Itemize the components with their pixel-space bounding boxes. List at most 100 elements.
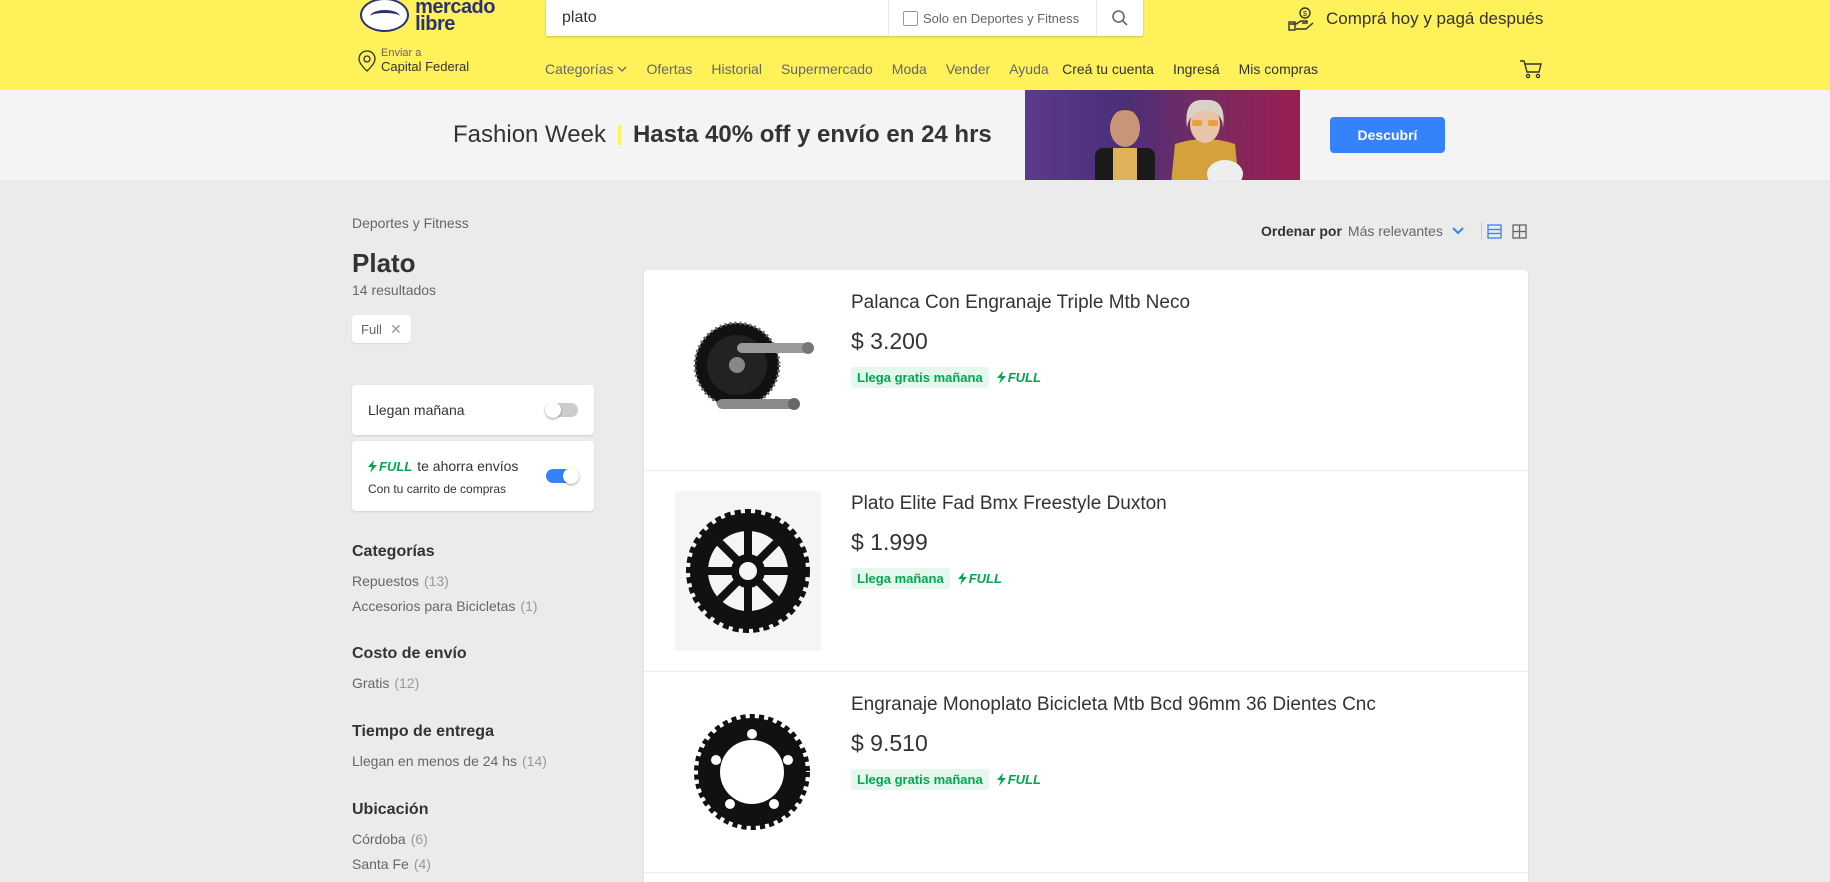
filter-item-label: Santa Fe: [352, 856, 409, 872]
list-view-icon[interactable]: [1487, 224, 1502, 239]
toggle-knob: [563, 468, 579, 484]
banner-text-bold: Hasta 40% off y envío en 24 hrs: [632, 121, 992, 148]
product-image-chainring[interactable]: [672, 692, 832, 852]
product-title[interactable]: Plato Elite Fad Bmx Freestyle Duxton: [851, 493, 1167, 515]
filter-item-label: Accesorios para Bicicletas: [352, 598, 516, 614]
filter-full[interactable]: FULL te ahorra envíos Con tu carrito de …: [352, 441, 594, 511]
filter-item-accesorios[interactable]: Accesorios para Bicicletas (1): [352, 598, 538, 614]
sort-label: Ordenar por: [1261, 223, 1342, 239]
promo-banner[interactable]: Fashion Week Hasta 40% off y envío en 24…: [0, 90, 1830, 180]
cart-button[interactable]: [1519, 59, 1543, 84]
filter-item-label: Córdoba: [352, 831, 406, 847]
mercadolibre-logo[interactable]: mercado libre: [360, 0, 495, 38]
list-item[interactable]: Plato Elite Fad Bmx Freestyle Duxton $ 1…: [644, 471, 1528, 672]
section-title-tiempo-entrega: Tiempo de entrega: [352, 723, 494, 740]
filter-item-gratis[interactable]: Gratis (12): [352, 675, 419, 691]
view-toggle: [1487, 224, 1527, 239]
bmx-sprocket-image: [686, 509, 810, 633]
shipping-row: Llega gratis mañana FULL: [851, 769, 1041, 790]
full-toggle[interactable]: [546, 468, 579, 484]
product-image-crankset[interactable]: [672, 290, 832, 450]
search-filter-checkbox[interactable]: [903, 10, 918, 26]
banner-separator: [617, 125, 621, 145]
promo-text: Comprá hoy y pagá después: [1326, 9, 1544, 28]
search-bar: Solo en Deportes y Fitness: [546, 0, 1143, 36]
shipping-badge: Llega gratis mañana: [851, 769, 989, 790]
nav-ofertas[interactable]: Ofertas: [646, 61, 692, 77]
buy-now-pay-later-promo[interactable]: $ Comprá hoy y pagá después: [1288, 6, 1543, 32]
search-category-filter[interactable]: Solo en Deportes y Fitness: [888, 0, 1079, 36]
nav-categorias[interactable]: Categorías: [545, 61, 627, 77]
model-man-image: [1095, 109, 1155, 180]
search-filter-label: Solo en Deportes y Fitness: [923, 10, 1080, 26]
model-woman-image: [1171, 99, 1243, 180]
shipping-row: Llega mañana FULL: [851, 568, 1002, 589]
sort-dropdown[interactable]: Más relevantes: [1348, 223, 1443, 239]
product-price: $ 9.510: [851, 730, 928, 756]
filter-item-label: Gratis: [352, 675, 390, 691]
shipping-row: Llega gratis mañana FULL: [851, 367, 1041, 388]
filter-llegan-manana[interactable]: Llegan mañana: [352, 385, 594, 435]
chevron-down-icon: [618, 66, 627, 72]
banner-models-image: [1025, 90, 1300, 180]
toggle-knob: [545, 402, 561, 418]
product-title[interactable]: Engranaje Monoplato Bicicleta Mtb Bcd 96…: [851, 694, 1376, 716]
crankset-image: [693, 321, 814, 410]
nav-historial[interactable]: Historial: [711, 61, 762, 77]
full-logo: FULL: [957, 571, 1002, 586]
account-nav: Creá tu cuenta Ingresá Mis compras: [1043, 61, 1318, 77]
llegan-manana-label: Llegan mañana: [368, 402, 465, 418]
llegan-manana-toggle[interactable]: [545, 402, 578, 418]
location-caption: Enviar a: [381, 47, 422, 59]
logo-text-line2: libre: [415, 13, 455, 35]
nav-categorias-label: Categorías: [545, 61, 614, 77]
full-logo: FULL: [368, 459, 412, 474]
filter-item-count: (6): [410, 831, 428, 847]
list-item[interactable]: Engranaje Monoplato Bicicleta Mtb Bcd 96…: [644, 672, 1528, 873]
banner-headline: Fashion Week Hasta 40% off y envío en 24…: [453, 121, 992, 149]
nav-moda[interactable]: Moda: [892, 61, 927, 77]
results-list: Palanca Con Engranaje Triple Mtb Neco $ …: [644, 270, 1528, 882]
filter-item-count: (1): [520, 598, 538, 614]
my-purchases-link[interactable]: Mis compras: [1239, 61, 1318, 77]
product-title[interactable]: Palanca Con Engranaje Triple Mtb Neco: [851, 292, 1190, 314]
section-title-categorias: Categorías: [352, 543, 435, 560]
product-price: $ 1.999: [851, 529, 928, 555]
lightning-icon: [996, 371, 1006, 384]
filter-item-repuestos[interactable]: Repuestos (13): [352, 573, 449, 589]
filter-item-santa-fe[interactable]: Santa Fe (4): [352, 856, 431, 872]
filter-item-count: (4): [413, 856, 431, 872]
handshake-icon: [360, 0, 410, 32]
filter-item-cordoba[interactable]: Córdoba (6): [352, 831, 428, 847]
close-icon[interactable]: ✕: [390, 321, 402, 338]
header: mercado libre Solo en Deportes y Fitness…: [0, 0, 1830, 90]
filter-item-count: (13): [423, 573, 449, 589]
filter-item-24hs[interactable]: Llegan en menos de 24 hs (14): [352, 753, 547, 769]
page-title: Plato: [352, 248, 416, 278]
nav-vender[interactable]: Vender: [946, 61, 990, 77]
search-button[interactable]: [1096, 0, 1143, 36]
search-input[interactable]: [560, 8, 924, 28]
breadcrumb[interactable]: Deportes y Fitness: [352, 215, 469, 231]
discover-button[interactable]: Descubrí: [1330, 117, 1445, 153]
shipping-badge: Llega mañana: [851, 568, 950, 589]
product-price: $ 3.200: [851, 328, 928, 354]
main-nav: Categorías Ofertas Historial Supermercad…: [545, 61, 1068, 77]
login-link[interactable]: Ingresá: [1173, 61, 1220, 77]
hand-money-icon: $: [1288, 7, 1314, 31]
grid-view-icon[interactable]: [1512, 224, 1527, 239]
product-image-bmx-sprocket[interactable]: [675, 491, 821, 651]
create-account-link[interactable]: Creá tu cuenta: [1062, 61, 1154, 77]
section-title-costo-envio: Costo de envío: [352, 645, 467, 662]
sort-divider: [1480, 222, 1482, 240]
applied-filter-chip[interactable]: Full ✕: [352, 315, 411, 343]
full-logo-text: FULL: [1007, 370, 1041, 385]
delivery-location[interactable]: Enviar a Capital Federal: [357, 47, 469, 74]
results-count: 14 resultados: [352, 282, 437, 298]
filter-item-label: Llegan en menos de 24 hs: [352, 753, 518, 769]
chevron-down-icon[interactable]: [1451, 226, 1465, 236]
location-pin-icon: [358, 49, 376, 72]
list-item[interactable]: Palanca Con Engranaje Triple Mtb Neco $ …: [644, 270, 1528, 471]
nav-supermercado[interactable]: Supermercado: [781, 61, 873, 77]
full-logo: FULL: [996, 772, 1041, 787]
